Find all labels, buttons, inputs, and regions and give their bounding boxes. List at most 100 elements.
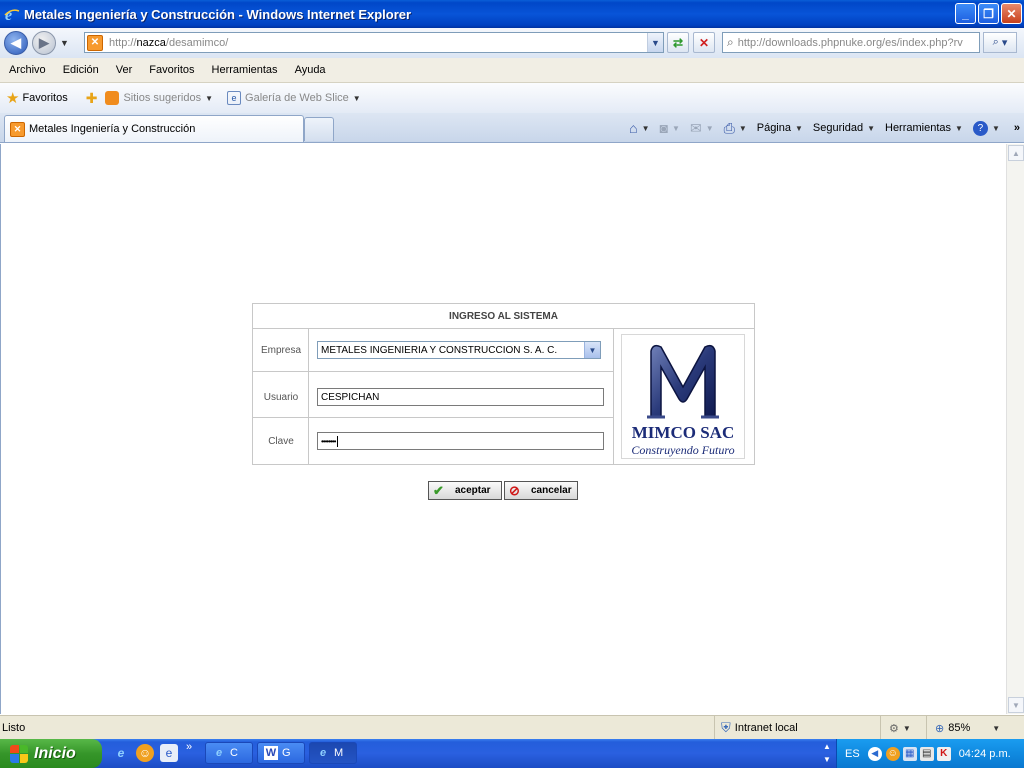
- menu-favoritos[interactable]: Favoritos: [140, 64, 202, 76]
- company-label: Empresa: [260, 345, 301, 356]
- tray-expand-icon[interactable]: ◀: [867, 746, 882, 761]
- status-text: Listo: [2, 722, 26, 734]
- accept-label: aceptar: [455, 485, 491, 496]
- suggested-sites-label: Sitios sugeridos: [123, 92, 202, 104]
- maximize-button[interactable]: ❐: [978, 3, 999, 24]
- forward-button[interactable]: ▶: [32, 31, 56, 55]
- menu-ver[interactable]: Ver: [107, 64, 141, 76]
- taskbar-item-c[interactable]: e C: [205, 742, 253, 764]
- address-url[interactable]: http://nazca/desamimco/: [109, 37, 228, 49]
- web-slice-gallery-button[interactable]: e Galería de Web Slice ▼: [227, 91, 361, 105]
- scroll-up-icon[interactable]: ▲: [1008, 145, 1024, 161]
- page-menu[interactable]: Página ▼: [757, 122, 803, 134]
- favorites-button[interactable]: ★ Favoritos: [6, 89, 68, 107]
- search-text: http://downloads.phpnuke.org/es/index.ph…: [737, 36, 963, 49]
- zoom-button[interactable]: ⊕ 85% ▼: [926, 716, 1012, 740]
- language-indicator[interactable]: ES: [845, 748, 860, 760]
- tools-menu-label: Herramientas: [885, 122, 952, 134]
- help-icon: ?: [972, 120, 988, 136]
- add-favorite-icon[interactable]: ✚: [86, 90, 98, 107]
- start-label: Inicio: [34, 744, 76, 762]
- tools-menu[interactable]: Herramientas ▼: [885, 122, 963, 134]
- password-field-value: ••••••••: [321, 436, 336, 446]
- home-button[interactable]: ⌂ ▼: [629, 120, 649, 136]
- security-menu[interactable]: Seguridad ▼: [813, 122, 875, 134]
- taskbar: Inicio e ☺ e » e C W G e M ▲ ▼ ES ◀ ☺ ▦ ▤…: [0, 739, 1024, 768]
- suggested-sites-button[interactable]: Sitios sugeridos ▼: [105, 91, 213, 105]
- new-tab-button[interactable]: [304, 117, 334, 141]
- page-menu-label: Página: [756, 122, 791, 134]
- more-commands-button[interactable]: »: [1014, 122, 1020, 134]
- company-logo: MIMCO SAC Construyendo Futuro: [621, 334, 745, 459]
- taskbar-scroll[interactable]: ▲ ▼: [820, 740, 834, 766]
- user-field[interactable]: CESPICHAN: [317, 388, 604, 406]
- no-entry-icon: ⊘: [509, 482, 520, 498]
- mail-button[interactable]: ✉ ▼: [690, 120, 714, 137]
- chevron-down-icon: ▼: [205, 93, 214, 103]
- window-title: Metales Ingeniería y Construcción - Wind…: [24, 6, 412, 22]
- zoom-icon: ⊕: [935, 722, 945, 735]
- zoom-level: 85%: [948, 722, 971, 734]
- security-zone[interactable]: ⛨ Intranet local: [714, 716, 798, 740]
- vertical-scrollbar[interactable]: ▲ ▼: [1006, 144, 1024, 714]
- refresh-button[interactable]: ⇄: [667, 32, 689, 53]
- mimco-m-logo-icon: [647, 344, 719, 419]
- checkmark-icon: ✔: [433, 482, 444, 498]
- chevron-down-icon[interactable]: ▼: [584, 342, 600, 358]
- network-tray-icon[interactable]: ▦: [902, 746, 917, 761]
- tab-active[interactable]: ✕ Metales Ingeniería y Construcción: [4, 115, 304, 142]
- messenger-tray-icon[interactable]: ☺: [885, 746, 900, 761]
- scroll-down-icon[interactable]: ▼: [820, 753, 834, 766]
- menu-bar: Archivo Edición Ver Favoritos Herramient…: [0, 58, 1024, 83]
- taskbar-item-label: C: [230, 747, 238, 759]
- menu-edicion[interactable]: Edición: [54, 64, 107, 76]
- address-toolbar: ◀ ▶ ▼ ✕ http://nazca/desamimco/ ▼ ⇄ ✕ ⌕ …: [0, 28, 1024, 58]
- cancel-button[interactable]: ⊘ cancelar: [504, 481, 578, 500]
- address-bar[interactable]: ✕ http://nazca/desamimco/ ▼: [84, 32, 664, 53]
- web-slice-icon: e: [227, 91, 242, 105]
- quicklaunch-more-icon[interactable]: »: [186, 741, 192, 753]
- site-favicon-icon: ✕: [87, 34, 103, 51]
- messenger-quicklaunch-icon[interactable]: ☺: [136, 744, 154, 762]
- stop-button[interactable]: ✕: [693, 32, 715, 53]
- menu-ayuda[interactable]: Ayuda: [286, 64, 334, 76]
- recent-pages-dropdown[interactable]: ▼: [60, 38, 69, 48]
- taskbar-item-g[interactable]: W G: [257, 742, 305, 764]
- menu-archivo[interactable]: Archivo: [0, 64, 54, 76]
- scroll-down-icon[interactable]: ▼: [1008, 697, 1024, 713]
- back-button[interactable]: ◀: [4, 31, 28, 55]
- protected-mode-icon: ⚙: [889, 722, 899, 735]
- company-select-value: METALES INGENIERIA Y CONSTRUCCION S. A. …: [321, 344, 558, 356]
- menu-herramientas[interactable]: Herramientas: [203, 64, 286, 76]
- company-select[interactable]: METALES INGENIERIA Y CONSTRUCCION S. A. …: [317, 341, 601, 359]
- home-icon: ⌂: [629, 120, 638, 136]
- device-tray-icon[interactable]: ▤: [919, 746, 934, 761]
- minimize-button[interactable]: _: [955, 3, 976, 24]
- clock[interactable]: 04:24 p.m.: [959, 748, 1011, 760]
- url-path: /desamimco/: [165, 36, 229, 49]
- help-menu[interactable]: ? ▼: [972, 120, 1000, 136]
- user-label: Usuario: [263, 392, 299, 403]
- start-button[interactable]: Inicio: [0, 739, 102, 768]
- quick-launch: e ☺ e: [112, 744, 178, 762]
- window-titlebar[interactable]: e Metales Ingeniería y Construcción - Wi…: [0, 0, 1024, 28]
- ie-quicklaunch-icon[interactable]: e: [112, 744, 130, 762]
- antivirus-tray-icon[interactable]: K: [936, 746, 951, 761]
- ie-logo-icon: e: [4, 7, 20, 22]
- tab-row: ✕ Metales Ingeniería y Construcción ⌂ ▼ ◙…: [0, 113, 1024, 143]
- password-field[interactable]: ••••••••: [317, 432, 604, 450]
- search-button[interactable]: ⌕ ▾: [983, 32, 1017, 53]
- feeds-button[interactable]: ◙ ▼: [660, 120, 680, 136]
- logo-brand: MIMCO SAC: [631, 423, 735, 442]
- desktop-quicklaunch-icon[interactable]: e: [160, 744, 178, 762]
- scroll-up-icon[interactable]: ▲: [820, 740, 834, 753]
- user-field-value: CESPICHAN: [321, 391, 380, 403]
- print-button[interactable]: ⎙ ▼: [724, 120, 747, 137]
- close-button[interactable]: ✕: [1001, 3, 1022, 24]
- search-input[interactable]: ⌕ http://downloads.phpnuke.org/es/index.…: [722, 32, 980, 53]
- protected-mode-button[interactable]: ⚙ ▼: [880, 716, 926, 740]
- suggested-sites-icon: [105, 91, 120, 105]
- accept-button[interactable]: ✔ aceptar: [428, 481, 502, 500]
- address-dropdown-icon[interactable]: ▼: [647, 33, 663, 52]
- taskbar-item-m[interactable]: e M: [309, 742, 357, 764]
